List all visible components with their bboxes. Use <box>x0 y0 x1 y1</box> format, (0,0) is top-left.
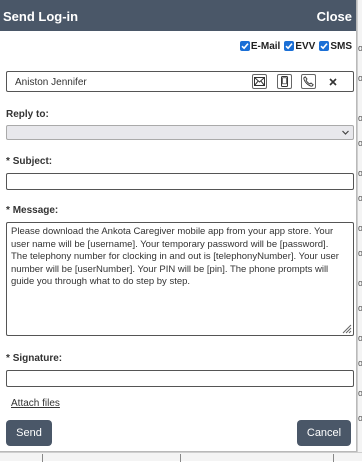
chevron-down-icon <box>342 130 349 135</box>
mail-icon[interactable] <box>252 74 267 89</box>
email-checkbox[interactable]: E-Mail <box>239 40 281 52</box>
resize-grip-icon[interactable] <box>340 322 352 334</box>
sms-checkbox[interactable]: SMS <box>319 41 352 52</box>
subject-label-text: Subject: <box>12 156 53 167</box>
dialog-title: Send Log-in <box>3 9 79 24</box>
sms-checkbox-label: SMS <box>330 40 352 52</box>
evv-checkbox-label: EVV <box>295 40 316 52</box>
checkbox-checked-icon[interactable] <box>319 41 330 51</box>
cancel-button[interactable]: Cancel <box>297 420 351 446</box>
mobile-phone-icon[interactable] <box>277 74 292 89</box>
background-glyph: g <box>358 115 362 121</box>
background-page-bottom <box>0 452 362 462</box>
send-login-dialog: Send Log-in Close E-Mail EVV SMS Aniston… <box>0 0 357 452</box>
remove-icon[interactable] <box>325 74 340 89</box>
background-glyph: g <box>358 250 362 256</box>
background-glyph: g <box>358 415 362 421</box>
signature-input[interactable] <box>6 370 354 387</box>
background-glyph: g <box>358 335 362 341</box>
background-glyph: g <box>358 140 362 146</box>
background-glyph: g <box>358 170 362 176</box>
message-paragraph: The telephony number for clocking in and… <box>11 251 339 288</box>
channel-checkboxes: E-Mail EVV SMS <box>239 39 352 53</box>
evv-checkbox[interactable]: EVV <box>284 41 315 52</box>
background-glyph: g <box>358 225 362 231</box>
background-glyph: g <box>358 305 362 311</box>
signature-label: * Signature: <box>6 353 62 365</box>
recipient-name: Aniston Jennifer <box>15 77 87 88</box>
message-label: * Message: <box>6 205 58 217</box>
background-glyph: g <box>358 75 362 81</box>
subject-input[interactable] <box>6 173 354 190</box>
required-mark: * <box>6 353 10 364</box>
message-paragraph: Please download the Ankota Caregiver mob… <box>11 226 334 250</box>
recipient-chip: Aniston Jennifer <box>6 71 354 92</box>
phone-icon[interactable] <box>301 74 316 89</box>
email-checkbox-label: E-Mail <box>250 40 281 52</box>
background-glyph: g <box>358 360 362 366</box>
close-button[interactable]: Close <box>317 9 352 24</box>
subject-label: * Subject: <box>6 156 52 168</box>
attach-files-link[interactable]: Attach files <box>11 398 60 410</box>
reply-to-label: Reply to: <box>6 109 49 120</box>
send-button[interactable]: Send <box>6 420 52 446</box>
reply-to-select[interactable] <box>6 125 354 140</box>
background-glyph: g <box>358 45 362 51</box>
dialog-titlebar: Send Log-in Close <box>0 0 356 31</box>
checkbox-checked-icon[interactable] <box>284 41 295 51</box>
background-glyph: g <box>358 195 362 201</box>
signature-label-text: Signature: <box>12 353 63 364</box>
message-textarea[interactable]: Please download the Ankota Caregiver mob… <box>6 222 354 336</box>
required-mark: * <box>6 156 10 167</box>
checkbox-checked-icon[interactable] <box>239 41 250 51</box>
required-mark: * <box>6 205 10 216</box>
message-label-text: Message: <box>12 205 59 216</box>
background-glyph: g <box>358 280 362 286</box>
background-glyph: g <box>358 390 362 396</box>
